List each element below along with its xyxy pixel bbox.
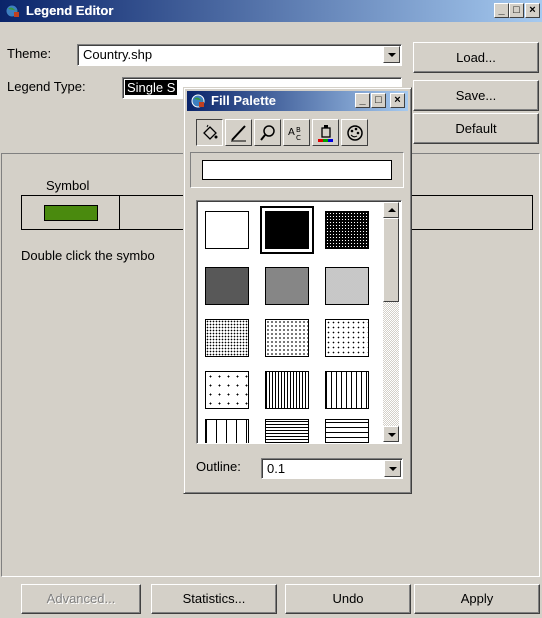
- pen-icon: [231, 125, 246, 142]
- fill-palette-titlebar[interactable]: Fill Palette _ □ ×: [187, 91, 408, 111]
- minimize-button[interactable]: _: [494, 3, 509, 18]
- outline-dropdown-arrow[interactable]: [384, 460, 401, 477]
- palette-app-icon: [190, 93, 206, 109]
- close-icon: ×: [529, 4, 536, 16]
- legend-type-value: Single S: [125, 80, 178, 95]
- maximize-button[interactable]: □: [509, 3, 524, 18]
- swatch-sparser-dots[interactable]: [325, 319, 369, 357]
- swatch-dense-horizontal[interactable]: [265, 419, 309, 443]
- chevron-down-icon: [389, 467, 397, 471]
- swatch-dense-dots-2[interactable]: [205, 267, 249, 305]
- tool-marker[interactable]: [254, 119, 281, 146]
- outline-dropdown[interactable]: 0.1: [261, 458, 403, 479]
- svg-text:A: A: [288, 127, 295, 138]
- swatch-grid: [196, 200, 402, 444]
- text-icon: A B C: [288, 126, 301, 142]
- close-icon: ×: [394, 94, 401, 106]
- swatch-dense-dots-1[interactable]: [325, 211, 369, 249]
- apply-button[interactable]: Apply: [414, 584, 540, 614]
- swatch-medium-dots[interactable]: [205, 319, 249, 357]
- load-button[interactable]: Load...: [413, 42, 539, 73]
- tool-color[interactable]: [312, 119, 339, 146]
- palette-maximize-button[interactable]: □: [371, 93, 386, 108]
- default-button[interactable]: Default: [413, 113, 539, 144]
- symbol-swatch[interactable]: [44, 205, 98, 221]
- legend-editor-title: Legend Editor: [26, 3, 114, 18]
- symbol-column-header: Symbol: [46, 178, 90, 193]
- outline-value: 0.1: [267, 461, 286, 476]
- maximize-icon: □: [513, 4, 520, 16]
- chevron-down-icon: [388, 53, 396, 57]
- minimize-icon: _: [359, 94, 366, 106]
- tool-fill[interactable]: [196, 119, 223, 146]
- svg-text:C: C: [296, 134, 301, 142]
- marker-icon: [260, 125, 275, 141]
- save-button[interactable]: Save...: [413, 80, 539, 111]
- color-icon: [318, 125, 333, 142]
- swatch-scrollbar[interactable]: [383, 202, 399, 442]
- fill-palette-window: Fill Palette _ □ × A B C Outline: 0.1: [183, 87, 412, 494]
- column-divider: [119, 196, 120, 229]
- hint-text: Double click the symbo: [21, 248, 155, 263]
- statistics-button[interactable]: Statistics...: [151, 584, 277, 614]
- theme-value: Country.shp: [83, 47, 153, 62]
- tool-text[interactable]: A B C: [283, 119, 310, 146]
- scroll-up-button[interactable]: [383, 202, 399, 218]
- scroll-thumb[interactable]: [383, 218, 399, 302]
- swatch-horizontal-lines[interactable]: [325, 419, 369, 443]
- swatch-very-sparse-dots[interactable]: [205, 371, 249, 409]
- swatch-dense-vertical[interactable]: [265, 371, 309, 409]
- scroll-down-button[interactable]: [383, 426, 399, 442]
- swatch-blank[interactable]: [205, 211, 249, 249]
- outline-label: Outline:: [196, 459, 241, 474]
- theme-label: Theme:: [7, 46, 52, 61]
- tool-palette[interactable]: [341, 119, 368, 146]
- swatch-wide-vertical[interactable]: [205, 419, 249, 443]
- legend-editor-titlebar[interactable]: Legend Editor _ □ ×: [0, 0, 542, 22]
- close-button[interactable]: ×: [525, 3, 540, 18]
- chevron-up-icon: [388, 208, 396, 212]
- swatch-sparse-dots[interactable]: [265, 319, 309, 357]
- maximize-icon: □: [375, 94, 382, 106]
- name-field-frame: [190, 152, 404, 188]
- svg-text:B: B: [296, 126, 301, 134]
- undo-button[interactable]: Undo: [285, 584, 411, 614]
- swatch-dense-dots-4[interactable]: [325, 267, 369, 305]
- swatch-solid-selected[interactable]: [260, 206, 314, 254]
- chevron-down-icon: [388, 433, 396, 437]
- minimize-icon: _: [498, 4, 505, 16]
- advanced-button[interactable]: Advanced...: [21, 584, 141, 614]
- fill-palette-title: Fill Palette: [211, 93, 277, 108]
- palette-minimize-button[interactable]: _: [355, 93, 370, 108]
- palette-icon: [347, 125, 363, 141]
- swatch-vertical-lines[interactable]: [325, 371, 369, 409]
- theme-dropdown[interactable]: Country.shp: [77, 44, 402, 66]
- avenue-app-icon: [4, 3, 21, 19]
- legend-type-label: Legend Type:: [7, 79, 86, 94]
- palette-name-field[interactable]: [202, 160, 392, 180]
- fill-bucket-icon: [203, 124, 218, 140]
- theme-dropdown-arrow[interactable]: [383, 46, 400, 63]
- tool-pen[interactable]: [225, 119, 252, 146]
- palette-close-button[interactable]: ×: [390, 93, 405, 108]
- swatch-dense-dots-3[interactable]: [265, 267, 309, 305]
